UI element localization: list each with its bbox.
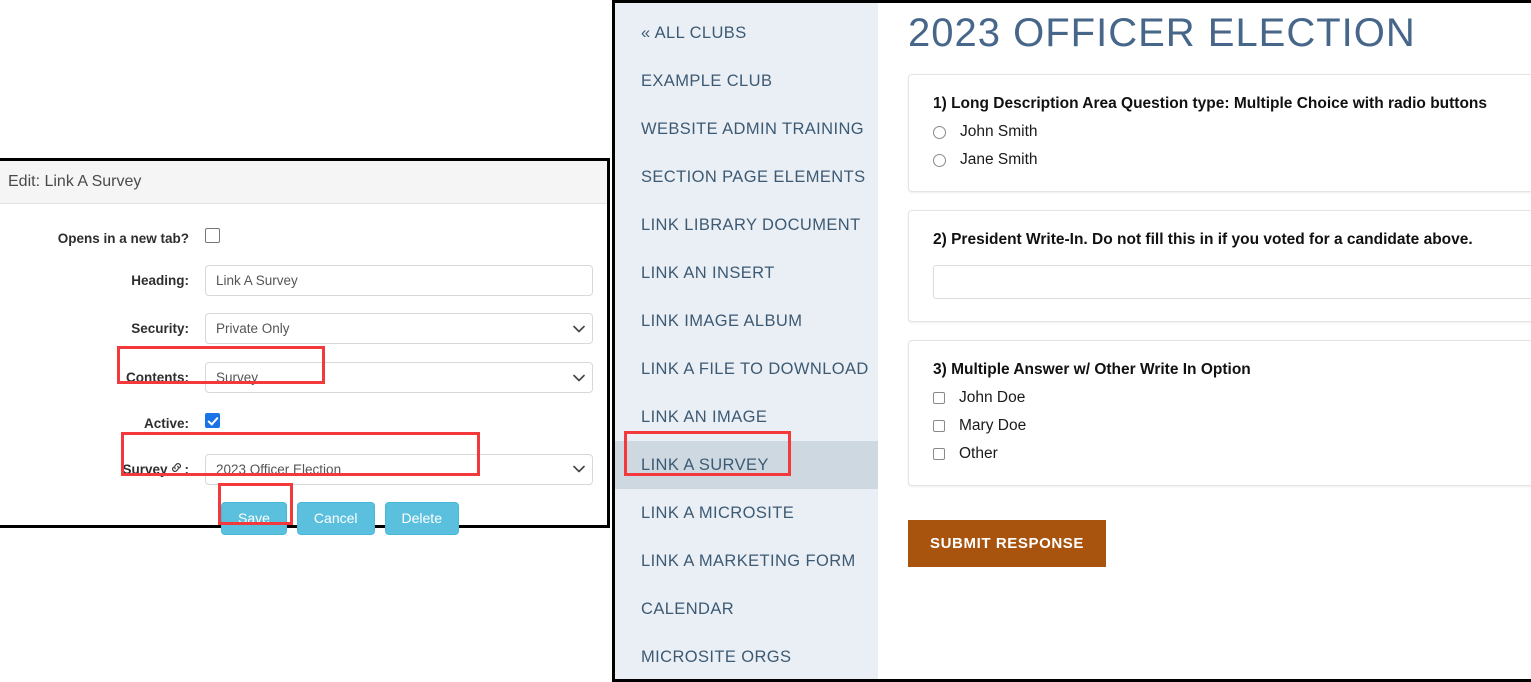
survey-select[interactable]: 2023 Officer Election [205, 453, 593, 485]
field-row-heading: Heading: Link A Survey [0, 256, 607, 304]
sidebar-item-link-a-file-to-download[interactable]: LINK A FILE TO DOWNLOAD [615, 345, 878, 393]
sidebar-item-example-club[interactable]: EXAMPLE CLUB [615, 57, 878, 105]
question-1-option-row[interactable]: John Smith [933, 123, 1531, 141]
screenshot-root: Edit: Link A Survey Opens in a new tab? … [0, 0, 1531, 682]
heading-control: Link A Survey [205, 264, 593, 296]
security-control: Private Only [205, 313, 593, 344]
radio-icon[interactable] [933, 125, 946, 139]
checkbox-icon[interactable] [933, 392, 945, 404]
dialog-header: Edit: Link A Survey [0, 161, 607, 204]
survey-content-area: 2023 OFFICER ELECTION 1) Long Descriptio… [878, 3, 1531, 679]
security-label: Security: [131, 321, 189, 336]
survey-title: 2023 OFFICER ELECTION [908, 11, 1416, 55]
sidebar-item-link-image-album[interactable]: LINK IMAGE ALBUM [615, 297, 878, 345]
sidebar-item-calendar[interactable]: CALENDAR [615, 585, 878, 633]
survey-label-colon: : [184, 462, 190, 477]
sidebar-item-link-a-microsite[interactable]: LINK A MICROSITE [615, 489, 878, 537]
survey-question-card-1: 1) Long Description Area Question type: … [908, 74, 1531, 192]
dialog-title: Edit: Link A Survey [8, 173, 142, 190]
question-3-option-label: Mary Doe [959, 417, 1027, 434]
survey-question-card-3: 3) Multiple Answer w/ Other Write In Opt… [908, 340, 1531, 486]
checkbox-icon[interactable] [933, 420, 945, 432]
sidebar-item-website-admin-training[interactable]: WEBSITE ADMIN TRAINING [615, 105, 878, 153]
link-icon [170, 461, 183, 477]
survey-label: Survey : [0, 461, 205, 477]
field-row-survey: Survey : 2023 Officer Election [0, 444, 607, 494]
sidebar-item-link-an-insert[interactable]: LINK AN INSERT [615, 249, 878, 297]
active-label: Active: [143, 415, 189, 431]
active-checkbox[interactable] [205, 413, 220, 428]
question-1-option-row[interactable]: Jane Smith [933, 151, 1531, 169]
survey-control: 2023 Officer Election [205, 453, 593, 485]
edit-link-a-survey-dialog: Edit: Link A Survey Opens in a new tab? … [0, 158, 610, 535]
new-tab-control [205, 228, 593, 248]
contents-select[interactable]: Survey [205, 362, 593, 393]
heading-input[interactable]: Link A Survey [205, 264, 593, 296]
field-row-new-tab: Opens in a new tab? [0, 220, 607, 256]
delete-button[interactable]: Delete [384, 502, 459, 535]
sidebar-item-link-a-marketing-form[interactable]: LINK A MARKETING FORM [615, 537, 878, 585]
sidebar-item-link-a-survey[interactable]: LINK A SURVEY [615, 441, 878, 489]
sidebar-item-link-an-image[interactable]: LINK AN IMAGE [615, 393, 878, 441]
question-3-option-row[interactable]: Mary Doe [933, 417, 1531, 435]
security-select[interactable]: Private Only [205, 313, 593, 344]
question-3-option-row[interactable]: John Doe [933, 389, 1531, 407]
site-preview-panel: « ALL CLUBS EXAMPLE CLUB WEBSITE ADMIN T… [612, 0, 1531, 682]
new-tab-checkbox[interactable] [205, 228, 220, 243]
site-sidebar-nav: « ALL CLUBS EXAMPLE CLUB WEBSITE ADMIN T… [615, 3, 878, 679]
question-2-text: 2) President Write-In. Do not fill this … [933, 231, 1473, 248]
field-row-security: Security: Private Only [0, 304, 607, 353]
submit-response-button[interactable]: SUBMIT RESPONSE [908, 520, 1107, 567]
cancel-button[interactable]: Cancel [296, 502, 375, 535]
sidebar-item-section-page-elements[interactable]: SECTION PAGE ELEMENTS [615, 153, 878, 201]
dialog-action-buttons: Save Cancel Delete [0, 502, 607, 535]
survey-question-card-2: 2) President Write-In. Do not fill this … [908, 210, 1531, 322]
question-3-option-label: Other [959, 445, 998, 462]
checkbox-icon[interactable] [933, 448, 945, 460]
contents-label: Contents: [126, 370, 189, 385]
sidebar-item-microsite-orgs[interactable]: MICROSITE ORGS [615, 633, 878, 679]
save-button[interactable]: Save [221, 502, 287, 535]
sidebar-item-all-clubs[interactable]: « ALL CLUBS [615, 9, 878, 57]
contents-control: Survey [205, 362, 593, 393]
survey-label-text[interactable]: Survey [122, 462, 167, 477]
question-1-option-label: Jane Smith [960, 151, 1038, 168]
heading-label: Heading: [131, 272, 189, 288]
question-1-option-label: John Smith [960, 123, 1038, 140]
field-row-active: Active: [0, 402, 607, 444]
question-3-option-label: John Doe [959, 389, 1026, 406]
question-3-text: 3) Multiple Answer w/ Other Write In Opt… [933, 361, 1251, 378]
active-control [205, 413, 593, 433]
new-tab-label: Opens in a new tab? [57, 230, 189, 246]
question-2-write-in-input[interactable] [933, 265, 1531, 299]
question-1-text: 1) Long Description Area Question type: … [933, 95, 1488, 112]
sidebar-item-link-library-document[interactable]: LINK LIBRARY DOCUMENT [615, 201, 878, 249]
field-row-contents: Contents: Survey [0, 353, 607, 402]
question-3-option-row[interactable]: Other [933, 445, 1531, 463]
radio-icon[interactable] [933, 153, 946, 167]
